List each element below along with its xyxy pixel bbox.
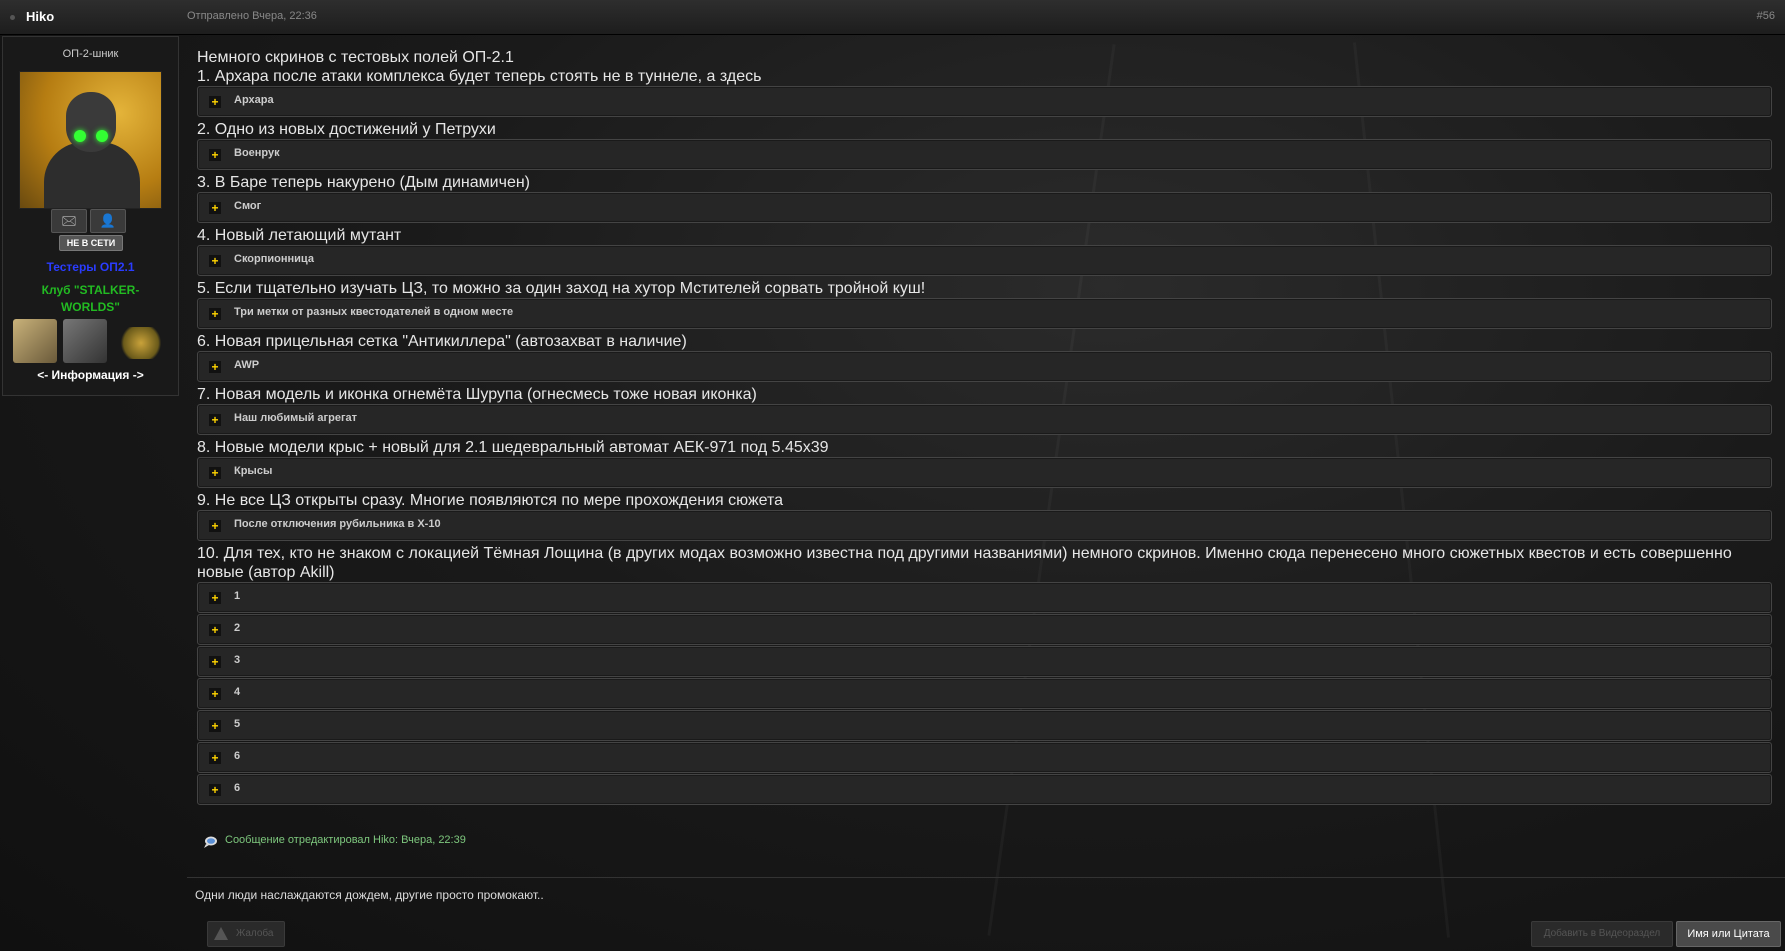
spoiler-block[interactable]: + Крысы — [197, 457, 1772, 488]
expand-plus-icon[interactable]: + — [209, 656, 221, 668]
spoiler-block[interactable]: +1 — [197, 582, 1772, 613]
expand-plus-icon[interactable]: + — [209, 202, 221, 214]
award-stalker-icon[interactable] — [63, 319, 107, 363]
award-box-icon[interactable] — [13, 319, 57, 363]
award-emblem-icon[interactable] — [117, 327, 165, 359]
spoiler-block[interactable]: +2 — [197, 614, 1772, 645]
spoiler-block[interactable]: + Три метки от разных квестодателей в одн… — [197, 298, 1772, 329]
spoiler-block[interactable]: +6 — [197, 774, 1772, 805]
forum-post-page: Hiko Отправлено Вчера, 22:36 #56 ОП-2-шн… — [0, 0, 1785, 951]
spoiler-title: Наш любимый агрегат — [234, 412, 358, 424]
post-paragraph: 7. Новая модель и иконка огнемёта Шурупа… — [197, 386, 757, 403]
spoiler-title: AWP — [234, 359, 260, 371]
spoiler-block[interactable]: + Наш любимый агрегат — [197, 404, 1772, 435]
expand-plus-icon[interactable]: + — [209, 752, 221, 764]
edited-note: Сообщение отредактировал Hiko: Вчера, 22… — [225, 834, 466, 846]
message-icon: 🖂 — [61, 213, 77, 228]
post-paragraph: 8. Новые модели крыс + новый для 2.1 шед… — [197, 439, 829, 456]
add-friend-button[interactable]: 👤 — [90, 209, 126, 233]
spoiler-block[interactable]: + Скорпионница — [197, 245, 1772, 276]
post-number-link[interactable]: #56 — [1757, 10, 1775, 22]
spoiler-title: Скорпионница — [234, 253, 314, 265]
post-paragraph: 4. Новый летающий мутант — [197, 227, 402, 244]
spoiler-title: Военрук — [234, 147, 280, 159]
post-body: Немного скринов с тестовых полей ОП-2.1 … — [197, 48, 1772, 808]
spoiler-title: 2 — [234, 622, 241, 634]
avatar-gasmask — [66, 92, 116, 152]
expand-plus-icon[interactable]: + — [209, 308, 221, 320]
expand-plus-icon[interactable]: + — [209, 255, 221, 267]
post-paragraph: 3. В Баре теперь накурено (Дым динамичен… — [197, 174, 530, 191]
post-paragraph: 1. Архара после атаки комплекса будет те… — [197, 68, 762, 85]
user-panel: ОП-2-шник 🖂 👤 НЕ В СЕТИ Тестеры ОП2.1 Кл… — [2, 36, 179, 396]
expand-plus-icon[interactable]: + — [209, 520, 221, 532]
gasmask-eye — [74, 130, 86, 142]
expand-plus-icon[interactable]: + — [209, 414, 221, 426]
quote-button[interactable]: Имя или Цитата — [1676, 921, 1781, 947]
warning-icon — [214, 927, 228, 940]
spoiler-block[interactable]: + Архара — [197, 86, 1772, 117]
expand-plus-icon[interactable]: + — [209, 624, 221, 636]
spoiler-block[interactable]: + Военрук — [197, 139, 1772, 170]
spoiler-title: 6 — [234, 782, 241, 794]
spoiler-title: Три метки от разных квестодателей в одно… — [234, 306, 514, 318]
expand-plus-icon[interactable]: + — [209, 96, 221, 108]
complain-label: Жалоба — [236, 928, 274, 939]
edit-note-icon — [203, 835, 217, 849]
expand-plus-icon[interactable]: + — [209, 149, 221, 161]
signature-divider — [187, 877, 1785, 878]
spoiler-block[interactable]: + Смог — [197, 192, 1772, 223]
spoiler-block[interactable]: +6 — [197, 742, 1772, 773]
expand-plus-icon[interactable]: + — [209, 592, 221, 604]
user-group: Тестеры ОП2.1 — [46, 260, 135, 274]
complain-button[interactable]: Жалоба — [207, 921, 285, 947]
expand-plus-icon[interactable]: + — [209, 784, 221, 796]
post-header: Hiko Отправлено Вчера, 22:36 #56 — [0, 0, 1785, 35]
user-club: Клуб "STALKER-WORLDS" — [41, 283, 140, 314]
post-paragraph: 5. Если тщательно изучать ЦЗ, то можно з… — [197, 280, 926, 297]
add-to-video-button[interactable]: Добавить в Видеораздел — [1531, 921, 1673, 947]
spoiler-block[interactable]: + AWP — [197, 351, 1772, 382]
spoiler-title: 1 — [234, 590, 241, 602]
expand-plus-icon[interactable]: + — [209, 688, 221, 700]
post-intro: Немного скринов с тестовых полей ОП-2.1 — [197, 49, 514, 66]
spoiler-block[interactable]: +4 — [197, 678, 1772, 709]
user-info-link[interactable]: <- Информация -> — [3, 368, 178, 382]
status-dot-icon — [10, 15, 15, 20]
spoiler-block[interactable]: +5 — [197, 710, 1772, 741]
post-paragraph: 2. Одно из новых достижений у Петрухи — [197, 121, 496, 138]
expand-plus-icon[interactable]: + — [209, 720, 221, 732]
add-friend-icon: 👤 — [99, 213, 117, 228]
post-paragraph: 10. Для тех, кто не знаком с локацией Тё… — [197, 545, 1732, 581]
spoiler-title: 5 — [234, 718, 241, 730]
spoiler-title: 4 — [234, 686, 241, 698]
send-message-button[interactable]: 🖂 — [51, 209, 87, 233]
signature: Одни люди наслаждаются дождем, другие пр… — [195, 888, 544, 902]
post-paragraph: 6. Новая прицельная сетка "Антикиллера" … — [197, 333, 687, 350]
post-paragraph: 9. Не все ЦЗ открыты сразу. Многие появл… — [197, 492, 784, 509]
avatar[interactable] — [19, 71, 162, 209]
status-badge: НЕ В СЕТИ — [59, 235, 123, 251]
expand-plus-icon[interactable]: + — [209, 361, 221, 373]
spoiler-block[interactable]: +3 — [197, 646, 1772, 677]
spoiler-block[interactable]: + После отключения рубильника в Х-10 — [197, 510, 1772, 541]
spoiler-title: После отключения рубильника в Х-10 — [234, 518, 441, 530]
user-rank: ОП-2-шник — [62, 48, 119, 60]
post-date: Отправлено Вчера, 22:36 — [187, 10, 317, 22]
spoiler-title: Крысы — [234, 465, 273, 477]
gasmask-eye — [96, 130, 108, 142]
avatar-figure — [44, 142, 140, 208]
spoiler-title: 3 — [234, 654, 241, 666]
expand-plus-icon[interactable]: + — [209, 467, 221, 479]
spoiler-title: 6 — [234, 750, 241, 762]
spoiler-title: Архара — [234, 94, 274, 106]
spoiler-title: Смог — [234, 200, 262, 212]
post-author[interactable]: Hiko — [26, 9, 54, 24]
